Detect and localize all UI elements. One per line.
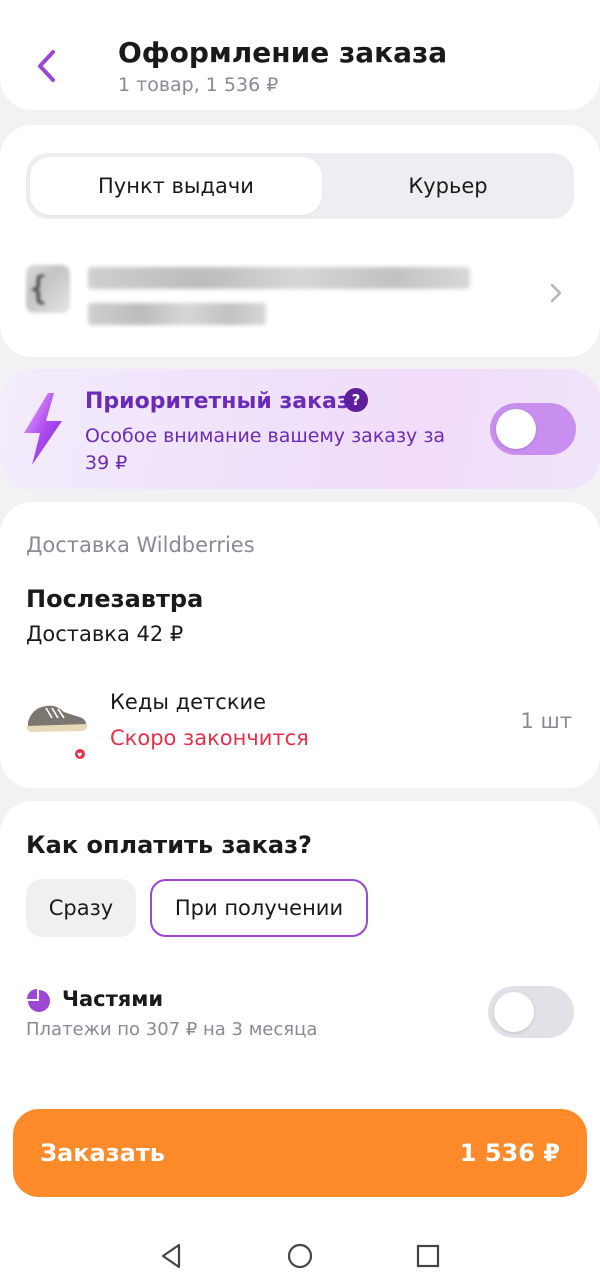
delivery-cost: Доставка 42 ₽ [26,622,184,646]
pay-now-option[interactable]: Сразу [26,879,136,937]
system-nav-bar [0,1225,600,1287]
installments-title: Частями [62,987,164,1011]
pickup-address-row[interactable] [26,253,574,333]
nav-recents-icon[interactable] [413,1241,443,1271]
priority-title: Приоритетный заказ [85,389,350,414]
lightning-icon [24,393,62,465]
chevron-right-icon [550,283,562,303]
svg-text:♥: ♥ [77,752,82,759]
product-name: Кеды детские [110,690,267,714]
delivery-type-switch: Пункт выдачи Курьер [26,153,574,219]
tab-pickup-point[interactable]: Пункт выдачи [30,157,322,215]
pickup-point-icon [26,265,70,313]
priority-order-card: Приоритетный заказ ? Особое внимание ваш… [0,369,600,489]
nav-back-icon[interactable] [157,1241,187,1271]
help-icon[interactable]: ? [344,388,368,412]
page-subtitle: 1 товар, 1 536 ₽ [118,74,279,96]
product-quantity: 1 шт [520,709,573,733]
tab-courier[interactable]: Курьер [326,157,570,215]
address-redacted-line-1 [88,267,470,289]
toggle-knob [496,409,536,449]
back-button[interactable] [26,40,66,92]
address-redacted-line-2 [88,303,266,325]
payment-card: Как оплатить заказ? Сразу При получении … [0,801,600,1121]
page-title: Оформление заказа [118,36,448,69]
delivery-date: Послезавтра [26,585,204,613]
toggle-knob [494,992,534,1032]
priority-description: Особое внимание вашему заказу за 39 ₽ [85,425,446,474]
order-button[interactable]: Заказать 1 536 ₽ [13,1109,587,1197]
payment-title: Как оплатить заказ? [26,831,312,859]
header: Оформление заказа 1 товар, 1 536 ₽ [0,0,600,110]
low-stock-warning: Скоро закончится [110,726,309,750]
pie-chart-icon [27,989,50,1012]
installments-subtitle: Платежи по 307 ₽ на 3 месяца [26,1019,318,1040]
shipping-card: Доставка Wildberries Послезавтра Доставк… [0,502,600,788]
pay-on-delivery-option[interactable]: При получении [150,879,368,937]
order-button-label: Заказать [40,1139,165,1167]
shipping-provider-label: Доставка Wildberries [26,533,255,557]
delivery-card: Пункт выдачи Курьер [0,125,600,357]
chevron-left-icon [38,50,55,82]
installments-toggle[interactable] [488,986,574,1038]
order-total-price: 1 536 ₽ [459,1139,560,1167]
product-image[interactable]: ♥ [24,682,90,762]
nav-home-icon[interactable] [285,1241,315,1271]
order-bar: Заказать 1 536 ₽ [0,1095,600,1225]
priority-toggle[interactable] [490,403,576,455]
